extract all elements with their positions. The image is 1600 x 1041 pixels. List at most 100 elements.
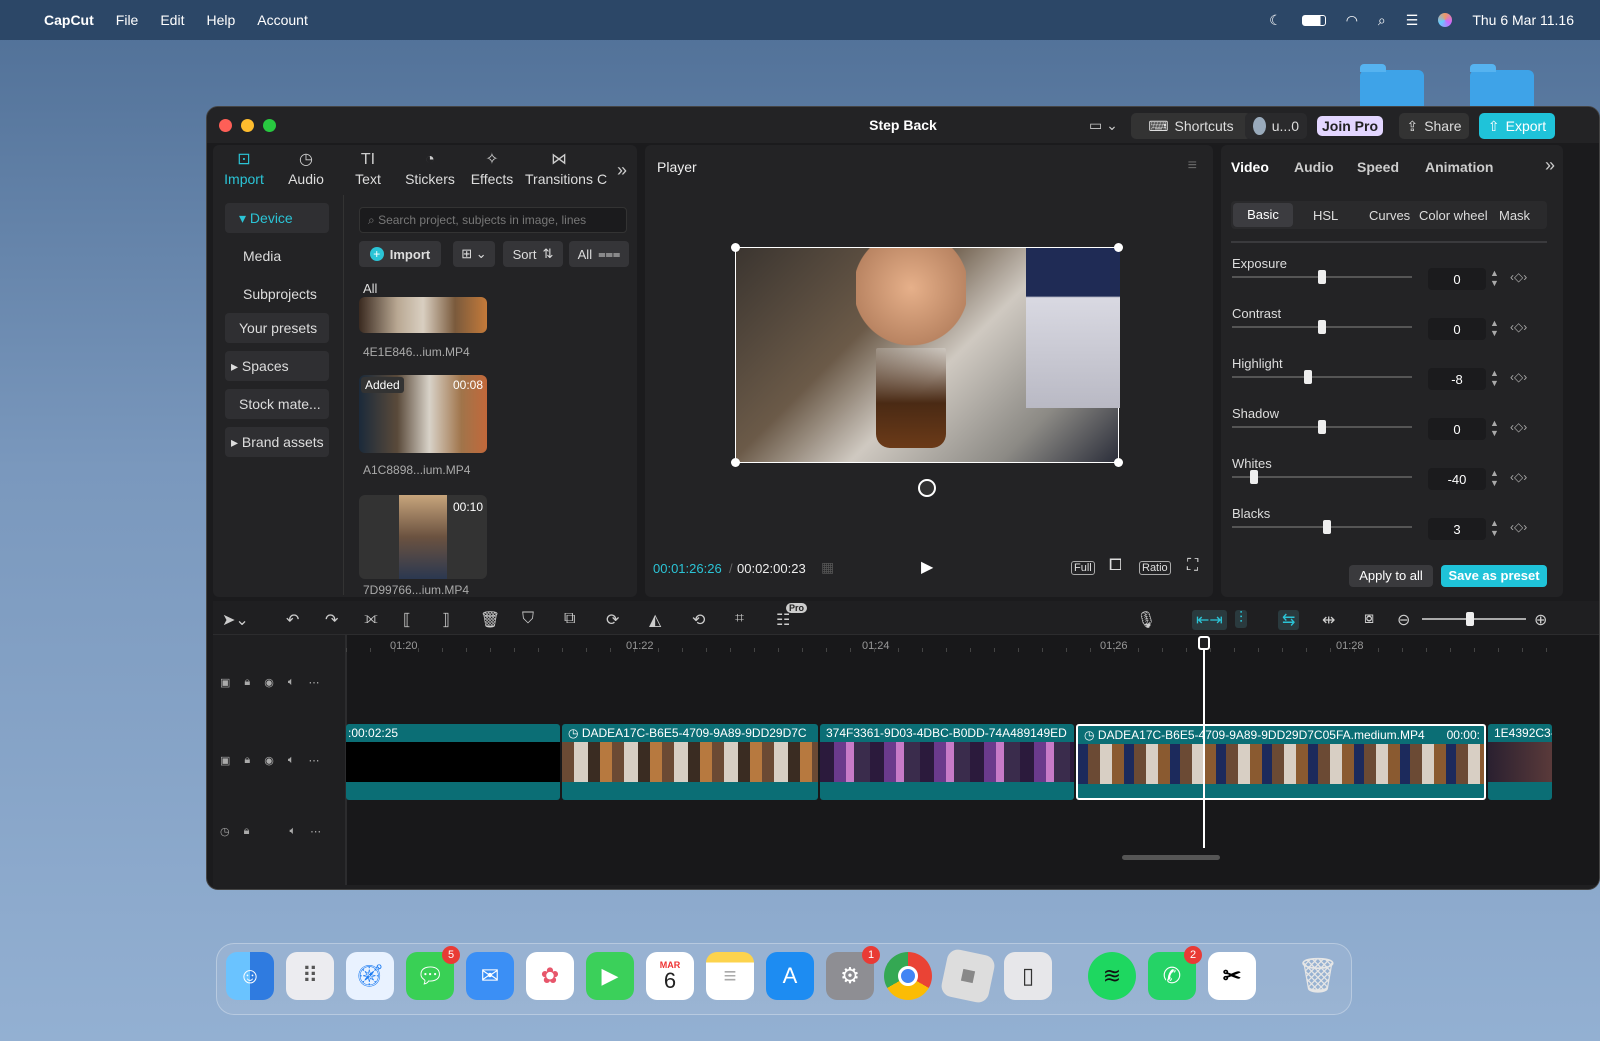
slider-knob[interactable] xyxy=(1318,270,1326,284)
prop-tab-speed[interactable]: Speed xyxy=(1357,159,1399,175)
stepper-icon[interactable]: ▲ ▼ xyxy=(1490,468,1499,488)
messages-icon[interactable]: 💬︎ 5 xyxy=(406,946,460,1000)
system-settings-icon[interactable]: ⚙ 1 xyxy=(826,946,880,1000)
tab-audio[interactable]: ◷ Audio xyxy=(275,149,337,191)
nav-media[interactable]: Media xyxy=(225,241,329,271)
playhead-handle[interactable] xyxy=(1198,636,1210,650)
nav-subprojects[interactable]: Subprojects xyxy=(225,279,329,309)
fullscreen-icon[interactable]: ⛶ xyxy=(1187,557,1198,575)
crop-handle[interactable] xyxy=(731,458,740,467)
slider-knob[interactable] xyxy=(1323,520,1332,534)
redo-icon[interactable]: ↷ xyxy=(325,610,338,630)
media-item-3[interactable]: 00:10 xyxy=(359,495,487,579)
adjustment-value-input[interactable]: -8 xyxy=(1428,368,1486,390)
slider-knob[interactable] xyxy=(1318,320,1326,334)
rotate-icon[interactable]: ⟲ xyxy=(692,610,705,630)
stepper-icon[interactable]: ▲ ▼ xyxy=(1490,268,1499,288)
iphone-mirroring-icon[interactable]: ▯ xyxy=(1004,952,1052,1000)
zoom-out-icon[interactable]: ⊖ xyxy=(1397,610,1410,630)
menu-file[interactable]: File xyxy=(116,12,139,28)
view-mode-button[interactable]: ⊞ ⌄ xyxy=(453,241,495,267)
timeline-clip[interactable]: 1E4392C3- xyxy=(1488,724,1552,800)
speaker-icon[interactable]: 🔈︎ xyxy=(289,825,296,838)
expand-tabs-icon[interactable]: » xyxy=(609,149,635,191)
keyframe-icon[interactable]: ‹◇› xyxy=(1510,270,1527,284)
desktop-folder-icon[interactable] xyxy=(1360,64,1424,106)
save-as-preset-button[interactable]: Save as preset xyxy=(1441,565,1547,587)
ratio-button[interactable]: Ratio xyxy=(1139,561,1171,575)
speaker-icon[interactable]: 🔈︎ xyxy=(288,676,295,689)
whatsapp-icon[interactable]: ✆ 2 xyxy=(1148,946,1202,1000)
tab-effects[interactable]: ✧ Effects xyxy=(461,149,523,191)
timeline-scrollbar[interactable] xyxy=(1122,855,1220,860)
crop-handle[interactable] xyxy=(731,243,740,252)
adjustment-value-input[interactable]: 0 xyxy=(1428,318,1486,340)
launchpad-icon[interactable]: ⠿ xyxy=(286,952,334,1000)
split-right-icon[interactable]: ⟧ xyxy=(442,610,450,630)
more-icon[interactable]: ⋯ xyxy=(308,754,319,767)
control-center-icon[interactable]: ☰ xyxy=(1406,12,1419,29)
sort-button[interactable]: Sort ⇅ xyxy=(503,241,563,267)
menu-account[interactable]: Account xyxy=(257,12,308,28)
adjustment-value-input[interactable]: 0 xyxy=(1428,268,1486,290)
mirror-icon[interactable]: ◭ xyxy=(649,610,661,630)
adjustment-value-input[interactable]: 0 xyxy=(1428,418,1486,440)
layout-icon[interactable]: ▭ ⌄ xyxy=(1089,117,1118,134)
player-menu-icon[interactable]: ≡ xyxy=(1188,157,1197,175)
subtab-basic[interactable]: Basic xyxy=(1233,203,1293,227)
microphone-icon[interactable]: 🎙 xyxy=(1136,610,1156,630)
preview-axis-icon[interactable]: ⇹ xyxy=(1322,610,1335,630)
split-left-icon[interactable]: ⟦ xyxy=(403,610,411,630)
nav-device[interactable]: ▾ Device xyxy=(225,203,329,233)
nav-stock-materials[interactable]: Stock mate... xyxy=(225,389,329,419)
slider-knob[interactable] xyxy=(1318,420,1326,434)
tab-text[interactable]: TI Text xyxy=(337,149,399,191)
more-icon[interactable]: ⋯ xyxy=(310,825,321,838)
shield-icon[interactable]: ⛉ xyxy=(522,610,534,628)
stepper-icon[interactable]: ▲ ▼ xyxy=(1490,418,1499,438)
prop-tab-audio[interactable]: Audio xyxy=(1294,159,1334,175)
lock-icon[interactable]: 🔒︎ xyxy=(244,754,250,767)
nav-brand-assets[interactable]: ▸ Brand assets xyxy=(225,427,329,457)
mail-icon[interactable]: ✉ xyxy=(466,952,514,1000)
freeze-icon[interactable]: ⧉ xyxy=(564,610,575,628)
speaker-icon[interactable]: 🔈︎ xyxy=(288,754,295,767)
crop-handle[interactable] xyxy=(1114,243,1123,252)
crop-icon[interactable]: ⌗ xyxy=(735,610,744,628)
notes-icon[interactable]: ≡ xyxy=(706,952,754,1000)
timeline-clip[interactable]: ◷ DADEA17C-B6E5-4709-9A89-9DD29D7C xyxy=(562,724,818,800)
media-search-input[interactable]: ⌕ Search project, subjects in image, lin… xyxy=(359,207,627,233)
split-icon[interactable]: ⟗ xyxy=(364,610,378,628)
speed-icon[interactable]: ⟳ xyxy=(606,610,619,630)
linkage-icon[interactable]: ⇆ xyxy=(1278,610,1300,630)
siri-icon[interactable] xyxy=(1438,13,1453,27)
rotate-handle-icon[interactable] xyxy=(918,479,936,497)
track-cover-icon[interactable]: ▣ xyxy=(220,754,230,767)
undo-icon[interactable]: ↶ xyxy=(286,610,299,630)
join-pro-button[interactable]: Join Pro xyxy=(1317,116,1383,136)
filter-all-button[interactable]: All ⩶ xyxy=(569,241,629,267)
prop-tab-video[interactable]: Video xyxy=(1231,159,1269,175)
media-item-2[interactable]: Added 00:08 xyxy=(359,375,487,453)
subtab-hsl[interactable]: HSL xyxy=(1313,208,1338,223)
zoom-slider[interactable] xyxy=(1422,612,1526,626)
keyframe-icon[interactable]: ‹◇› xyxy=(1510,320,1527,334)
menu-app-name[interactable]: CapCut xyxy=(44,12,94,28)
facetime-icon[interactable]: ▶ xyxy=(586,952,634,1000)
timeline-clip[interactable]: 374F3361-9D03-4DBC-B0DD-74A489149ED xyxy=(820,724,1074,800)
main-track-magnet-icon[interactable]: ⇤⇥ xyxy=(1192,610,1227,630)
lock-icon[interactable]: 🔒︎ xyxy=(244,676,250,689)
audio-track-icon[interactable]: ◷ xyxy=(220,825,230,838)
expand-props-icon[interactable]: » xyxy=(1545,155,1555,176)
safari-icon[interactable]: 🧭︎ xyxy=(346,952,394,1000)
player-video-frame[interactable] xyxy=(735,247,1120,463)
share-button[interactable]: ⇪ Share xyxy=(1399,113,1469,139)
screenshot-icon[interactable]: ⧠ xyxy=(1109,557,1122,575)
lock-icon[interactable]: 🔒︎ xyxy=(244,825,250,838)
slider-knob[interactable] xyxy=(1303,370,1312,384)
user-account-button[interactable]: u...0 xyxy=(1245,113,1307,139)
eye-icon[interactable]: ◉ xyxy=(264,754,274,767)
capcut-dock-icon[interactable]: ✂ xyxy=(1208,952,1256,1000)
menubar-clock[interactable]: Thu 6 Mar 11.16 xyxy=(1472,12,1574,28)
app-store-icon[interactable]: A xyxy=(766,952,814,1000)
